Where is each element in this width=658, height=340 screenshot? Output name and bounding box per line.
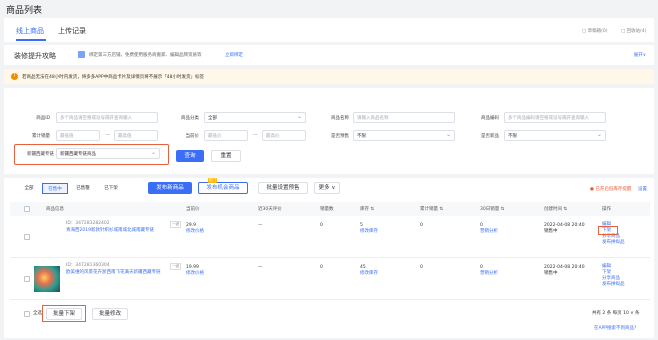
batch-edit-button[interactable]: 批量修改 — [92, 308, 128, 320]
category-label: 商品分类 — [181, 116, 199, 121]
product-id: ID：347283282402 — [66, 221, 110, 226]
product-code-label: 商品编码 — [481, 116, 499, 121]
col-30d-sales[interactable]: 30日销量 ⇅ — [480, 206, 504, 212]
select-all-checkbox[interactable] — [24, 311, 30, 317]
edit-stock-link[interactable]: 修改库存 — [360, 229, 378, 235]
warning-icon: ! — [11, 73, 18, 80]
app-search-help-link[interactable]: 在APP搜索不到商品？ — [594, 326, 639, 332]
batch-presale-button[interactable]: 批量设置预售 — [258, 182, 308, 194]
table-header: 商品信息 当前价 近30天评价 销量数 库存 ⇅ 累计销量 ⇅ 30日销量 ⇅ … — [10, 202, 650, 216]
product-id: ID：347281360304 — [66, 263, 110, 268]
notice-text: 若商品无法在48小时内发货，将多多APP中商品卡片及详情页将不展示「48小时发货… — [22, 75, 204, 80]
product-list: 全部 在售中 已售罄 已下架 发布新商品 发布机会商品 热门 批量设置预售 更多… — [4, 178, 654, 338]
drafts-link[interactable]: □ 草稿箱(0) — [582, 28, 608, 34]
tab-upload-records[interactable]: 上传记录 — [58, 26, 86, 36]
presale-label: 是否预售 — [331, 134, 349, 139]
pagination[interactable]: 共有 2 条 每页 10 ∨ 条 — [592, 311, 639, 317]
tips-text: 绑定第三方店铺，免费使用服务商搬家、编辑品牌资质等 — [89, 53, 202, 58]
publish-similar-link[interactable]: 发布拼拟品 — [602, 282, 625, 288]
sales-max-input[interactable]: 最高值 — [114, 130, 158, 141]
notice-bar: ! 若商品无法在48小时内发货，将多多APP中商品卡片及详情页将不展示「48小时… — [4, 69, 654, 84]
col-created[interactable]: 创建时间 ⇅ — [544, 206, 567, 212]
total-sales-value: 0 — [420, 223, 423, 228]
product-thumbnail[interactable] — [34, 266, 60, 292]
table-row: ID：347283282402 一键 青海西2019新款针织衫城南城北城南藏专链… — [10, 218, 650, 258]
reset-button[interactable]: 重置 — [211, 150, 241, 162]
filter-delisted[interactable]: 已下架 — [98, 183, 124, 194]
recycle-bin-link[interactable]: □ 回收站(4) — [621, 28, 647, 34]
category-select[interactable]: 全部 — [204, 112, 306, 123]
presale-select[interactable]: 不限 — [353, 130, 455, 141]
settings-link[interactable]: 设置 — [638, 186, 647, 192]
filter-sold-out[interactable]: 已售罄 — [70, 183, 96, 194]
hot-badge: 热门 — [208, 178, 217, 183]
bind-now-link[interactable]: 立即绑定 — [225, 52, 243, 58]
filter-panel: 商品ID 多个商品请空格或逗号隔开查询输入 商品分类 全部 商品名称 请输入商品… — [4, 88, 654, 174]
tab-underline — [16, 39, 46, 41]
stock-alert-status: ● 已开启低库存提醒 — [590, 187, 632, 192]
query-button[interactable]: 查询 — [176, 150, 204, 162]
status-text: 销售中 — [544, 229, 558, 234]
tips-title: 装修提升攻略 — [14, 52, 56, 60]
price-label: 当前价 — [185, 134, 200, 139]
table-row: ID：347281360304 一键 欧美维的风景花卉浙西南飞花满天新疆西藏专链… — [10, 260, 650, 300]
col-eval: 近30天评价 — [258, 207, 282, 212]
price-min-input[interactable]: 最低价 — [204, 130, 248, 141]
col-actions: 操作 — [602, 207, 611, 212]
page-title: 商品列表 — [6, 6, 43, 16]
sales-value: 0 — [320, 265, 323, 270]
sales-value: 0 — [320, 223, 323, 228]
copy-tag[interactable]: 一键 — [170, 221, 181, 228]
product-name-link[interactable]: 欧美维的风景花卉浙西南飞花满天新疆西藏专链 — [66, 270, 174, 276]
product-id-label: 商品ID — [36, 116, 50, 121]
tips-banner: 装修提升攻略 绑定第三方店铺，免费使用服务商搬家、编辑品牌资质等 立即绑定 展开… — [4, 45, 654, 65]
filter-all[interactable]: 全部 — [18, 183, 40, 194]
xinjiang-tibet-label: 新疆西藏专链 — [27, 152, 54, 157]
eval-value: — — [258, 265, 263, 270]
copy-tag[interactable]: 一键 — [170, 263, 181, 270]
marketing-analysis-link[interactable]: 营销分析 — [480, 271, 498, 277]
product-name-label: 商品名称 — [331, 116, 349, 121]
product-code-input[interactable]: 多个商品编码请空格或逗号隔开查询输入 — [504, 112, 606, 123]
marketing-analysis-link[interactable]: 营销分析 — [480, 229, 498, 235]
product-name-link[interactable]: 青海西2019新款针织衫城南城北城南藏专链 — [66, 228, 174, 234]
more-dropdown[interactable]: 更多 ∨ — [314, 182, 340, 194]
batch-delist-button[interactable]: 批量下架 — [46, 308, 82, 320]
publish-opportunity-button[interactable]: 发布机会商品 — [198, 182, 248, 194]
status-text: 销售中 — [544, 271, 558, 276]
product-id-input[interactable]: 多个商品请空格或逗号隔开查询输入 — [56, 112, 158, 123]
new-product-label: 是否新品 — [481, 134, 499, 139]
expand-toggle[interactable]: 展开∨ — [634, 52, 646, 58]
edit-price-link[interactable]: 修改价格 — [186, 271, 204, 277]
product-name-input[interactable]: 请输入商品名称 — [353, 112, 455, 123]
select-all-checkbox-header[interactable] — [24, 206, 30, 212]
col-sales: 销量数 — [320, 207, 334, 212]
grid-icon — [78, 51, 85, 58]
new-product-select[interactable]: 不限 — [504, 130, 606, 141]
row-checkbox[interactable] — [24, 276, 30, 282]
tab-bar: 线上商品 上传记录 □ 草稿箱(0) □ 回收站(4) — [4, 18, 654, 42]
tab-online-products[interactable]: 线上商品 — [16, 26, 44, 36]
row-checkbox[interactable] — [24, 234, 30, 240]
product-thumbnail[interactable] — [34, 224, 60, 250]
select-all-label: 全选 — [33, 311, 42, 316]
edit-price-link[interactable]: 修改价格 — [186, 229, 204, 235]
eval-value: — — [258, 223, 263, 228]
sales-min-input[interactable]: 最低值 — [56, 130, 100, 141]
sales-label: 累计销量 — [32, 134, 50, 139]
total-sales-value: 0 — [420, 265, 423, 270]
edit-stock-link[interactable]: 修改库存 — [360, 271, 378, 277]
col-total-sales[interactable]: 累计销量 ⇅ — [420, 206, 443, 212]
filter-on-sale[interactable]: 在售中 — [42, 183, 68, 194]
publish-new-button[interactable]: 发布新商品 — [148, 182, 192, 194]
xinjiang-tibet-select[interactable]: 新疆西藏专链商品 — [56, 148, 160, 159]
price-max-input[interactable]: 最高价 — [262, 130, 306, 141]
publish-similar-link[interactable]: 发布拼拟品 — [602, 240, 625, 246]
col-stock[interactable]: 库存 ⇅ — [360, 206, 374, 212]
col-product-info: 商品信息 — [46, 207, 64, 212]
delist-highlight — [598, 226, 618, 235]
col-price: 当前价 — [186, 207, 200, 212]
